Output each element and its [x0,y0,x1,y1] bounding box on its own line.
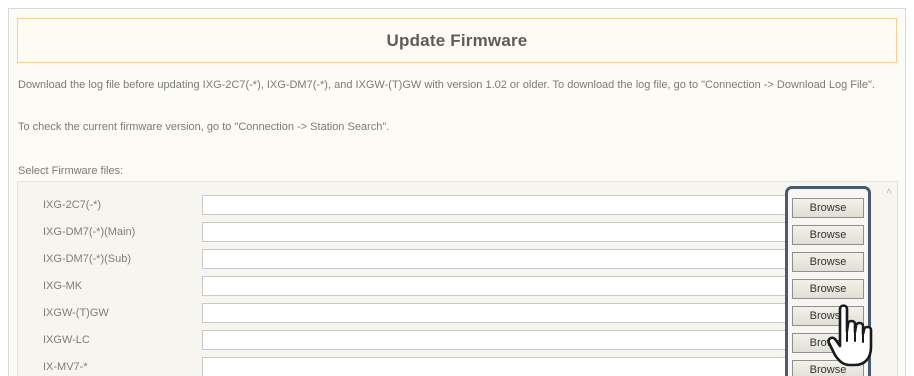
row-label-ixg-dm7-sub: IXG-DM7(-*)(Sub) [43,253,132,265]
hand-pointer-icon [827,304,873,367]
row-label-ix-mv7: IX-MV7-* [43,361,88,373]
browse-button-ixg-dm7-sub[interactable]: Browse [792,252,864,272]
firmware-path-input-ixgw-tgw[interactable] [202,303,788,323]
scroll-up-arrow-icon[interactable]: ˄ [884,186,894,196]
firmware-path-input-ixg-mk[interactable] [202,276,788,296]
firmware-path-input-ix-mv7[interactable] [202,357,788,376]
browse-button-ixg-2c7[interactable]: Browse [792,198,864,218]
browse-button-ixg-mk[interactable]: Browse [792,279,864,299]
select-firmware-label: Select Firmware files: [18,165,124,177]
firmware-path-input-ixg-dm7-main[interactable] [202,222,788,242]
page-title: Update Firmware [386,30,528,50]
title-banner: Update Firmware [17,18,897,63]
row-label-ixgw-lc: IXGW-LC [43,334,90,346]
log-warning-note: Download the log file before updating IX… [18,79,875,91]
row-label-ixg-dm7-main: IXG-DM7(-*)(Main) [43,226,136,238]
browse-button-ixg-dm7-main[interactable]: Browse [792,225,864,245]
row-label-ixgw-tgw: IXGW-(T)GW [43,307,109,319]
firmware-path-input-ixg-dm7-sub[interactable] [202,249,788,269]
row-label-ixg-2c7: IXG-2C7(-*) [43,199,102,211]
firmware-path-input-ixg-2c7[interactable] [202,195,788,215]
firmware-path-input-ixgw-lc[interactable] [202,330,788,350]
version-hint-note: To check the current firmware version, g… [18,121,390,133]
row-label-ixg-mk: IXG-MK [43,280,83,292]
